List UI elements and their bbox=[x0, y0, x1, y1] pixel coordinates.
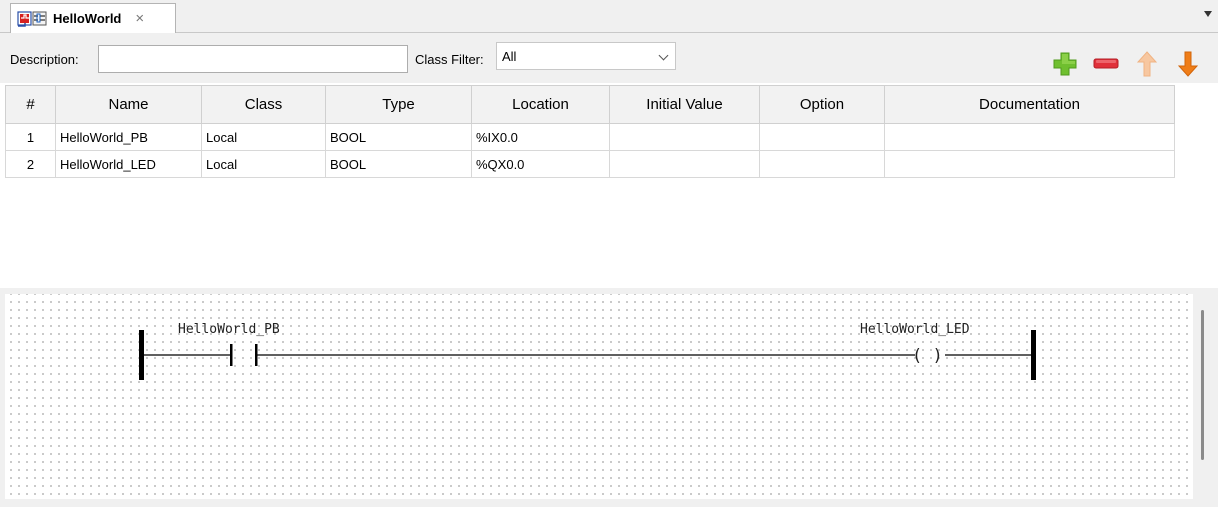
cell-name[interactable]: HelloWorld_PB bbox=[55, 123, 202, 151]
cell-initial-value[interactable] bbox=[609, 150, 760, 178]
cell-option[interactable] bbox=[759, 150, 885, 178]
program-icon bbox=[17, 10, 47, 28]
col-header-location[interactable]: Location bbox=[471, 85, 610, 124]
move-down-button[interactable] bbox=[1175, 51, 1201, 77]
variable-filter-bar: Description: Class Filter: All bbox=[0, 33, 1218, 83]
cell-number: 1 bbox=[5, 123, 56, 151]
remove-icon bbox=[1093, 58, 1119, 69]
col-header-name[interactable]: Name bbox=[55, 85, 202, 124]
contact-variable-label[interactable]: HelloWorld_PB bbox=[178, 322, 280, 337]
ladder-canvas[interactable]: HelloWorld_PB HelloWorld_LED ( ) bbox=[5, 294, 1193, 499]
class-filter-value: All bbox=[502, 48, 517, 64]
move-down-icon bbox=[1178, 51, 1198, 77]
variable-table-area: # Name Class Type Location Initial Value… bbox=[0, 83, 1218, 288]
chevron-down-icon bbox=[658, 50, 669, 61]
cell-location[interactable]: %IX0.0 bbox=[471, 123, 610, 151]
col-header-documentation[interactable]: Documentation bbox=[884, 85, 1175, 124]
col-header-type[interactable]: Type bbox=[325, 85, 472, 124]
move-up-icon bbox=[1137, 51, 1157, 77]
add-icon bbox=[1053, 52, 1077, 76]
description-label: Description: bbox=[10, 52, 79, 67]
cell-option[interactable] bbox=[759, 123, 885, 151]
contact-left-bar bbox=[230, 344, 233, 366]
description-input[interactable] bbox=[98, 45, 408, 73]
col-header-number[interactable]: # bbox=[5, 85, 56, 124]
col-header-option[interactable]: Option bbox=[759, 85, 885, 124]
vertical-scrollbar[interactable] bbox=[1198, 310, 1206, 460]
variable-table: # Name Class Type Location Initial Value… bbox=[5, 85, 1175, 178]
table-row[interactable]: 1 HelloWorld_PB Local BOOL %IX0.0 bbox=[5, 123, 1175, 151]
cell-type[interactable]: BOOL bbox=[325, 123, 472, 151]
class-filter-select[interactable]: All bbox=[496, 42, 676, 70]
cell-name[interactable]: HelloWorld_LED bbox=[55, 150, 202, 178]
col-header-class[interactable]: Class bbox=[201, 85, 326, 124]
cell-documentation[interactable] bbox=[884, 150, 1175, 178]
cell-initial-value[interactable] bbox=[609, 123, 760, 151]
cell-location[interactable]: %QX0.0 bbox=[471, 150, 610, 178]
table-row[interactable]: 2 HelloWorld_LED Local BOOL %QX0.0 bbox=[5, 150, 1175, 178]
scrollbar-thumb[interactable] bbox=[1201, 310, 1204, 460]
remove-variable-button[interactable] bbox=[1093, 51, 1119, 77]
col-header-initial-value[interactable]: Initial Value bbox=[609, 85, 760, 124]
cell-type[interactable]: BOOL bbox=[325, 150, 472, 178]
right-power-rail bbox=[1031, 330, 1036, 380]
cell-documentation[interactable] bbox=[884, 123, 1175, 151]
add-variable-button[interactable] bbox=[1052, 51, 1078, 77]
tab-title: HelloWorld bbox=[53, 11, 122, 26]
class-filter-label: Class Filter: bbox=[415, 52, 484, 67]
ladder-editor: HelloWorld_PB HelloWorld_LED ( ) bbox=[0, 294, 1218, 507]
tab-helloworld[interactable]: HelloWorld × bbox=[10, 3, 176, 33]
cell-number: 2 bbox=[5, 150, 56, 178]
tab-list-dropdown-icon[interactable] bbox=[1204, 11, 1212, 17]
move-up-button[interactable] bbox=[1134, 51, 1160, 77]
cell-class[interactable]: Local bbox=[201, 150, 326, 178]
editor-tab-strip: HelloWorld × bbox=[0, 0, 1218, 33]
coil-variable-label[interactable]: HelloWorld_LED bbox=[860, 322, 970, 337]
left-power-rail bbox=[139, 330, 144, 380]
table-header-row: # Name Class Type Location Initial Value… bbox=[5, 85, 1175, 124]
cell-class[interactable]: Local bbox=[201, 123, 326, 151]
close-icon[interactable]: × bbox=[135, 11, 144, 26]
coil-symbol[interactable]: ( ) bbox=[912, 346, 943, 366]
